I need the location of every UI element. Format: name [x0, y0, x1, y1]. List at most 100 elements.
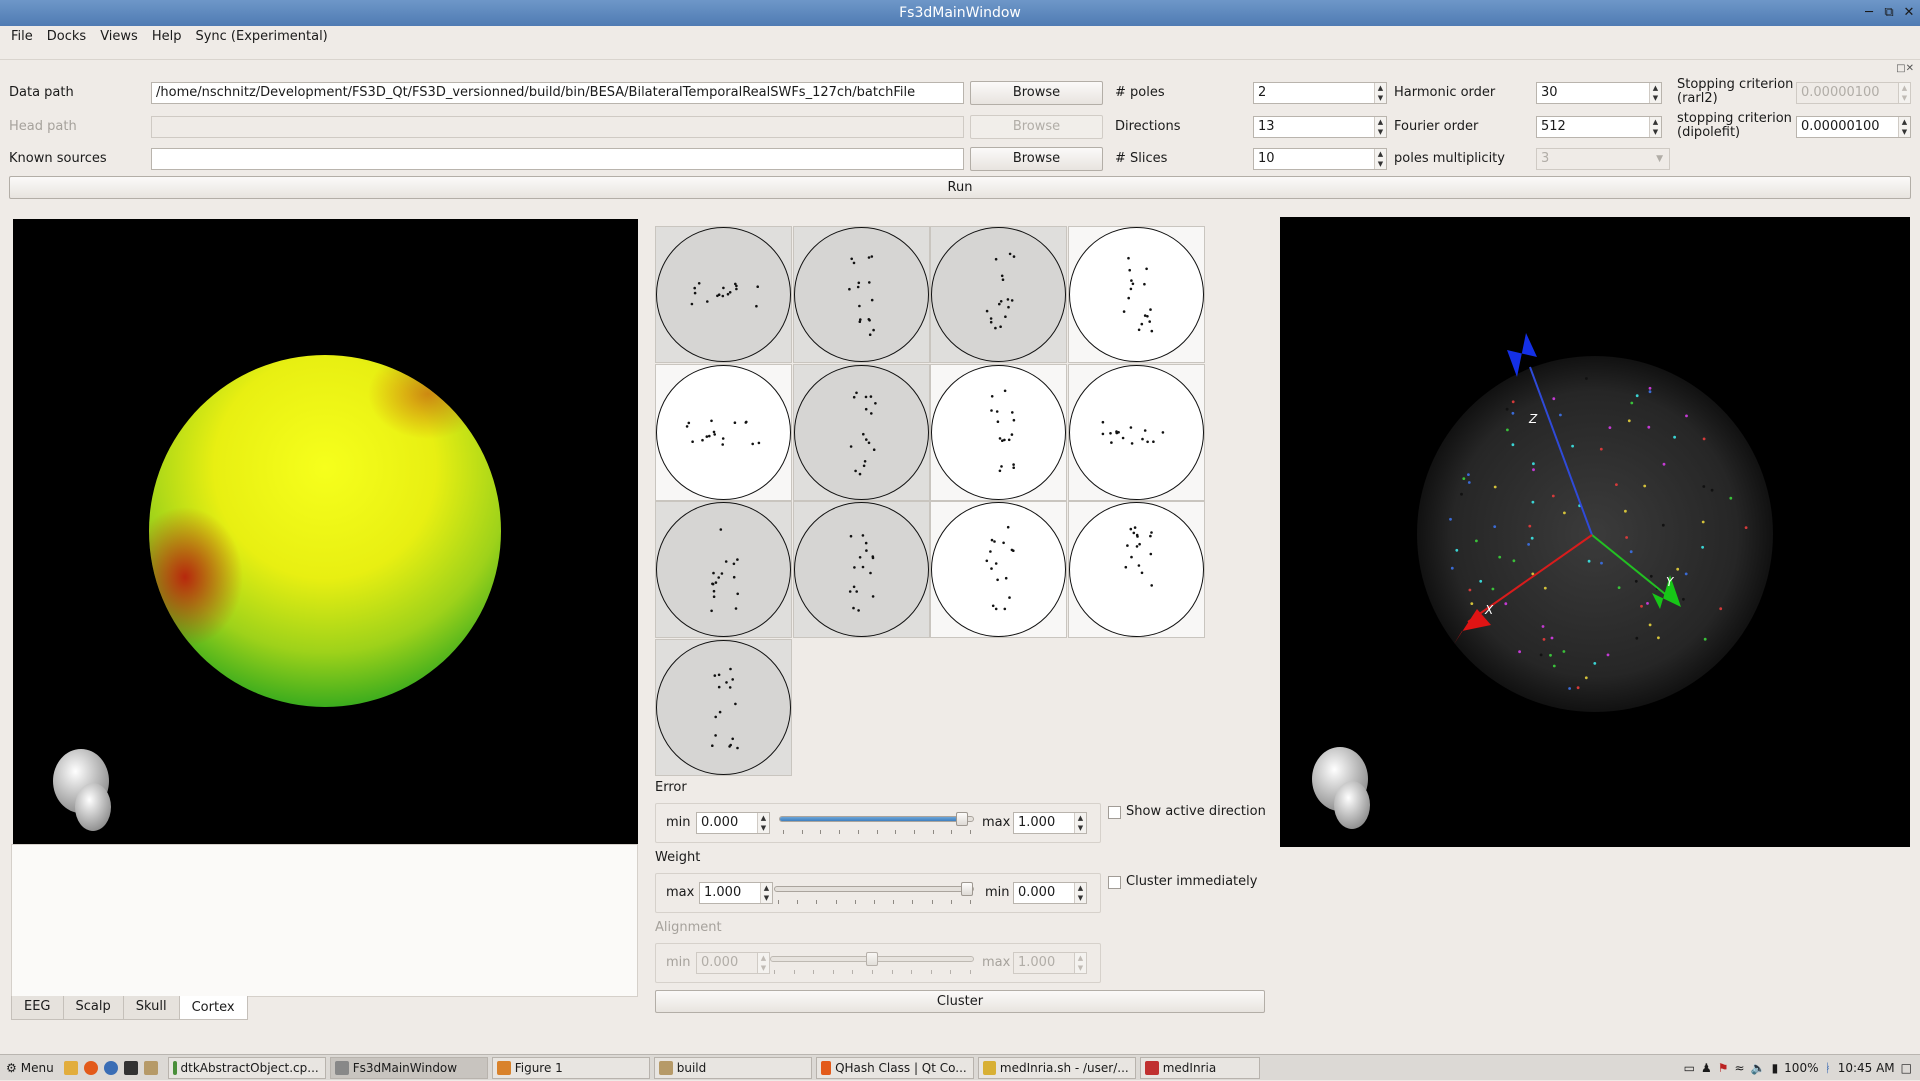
weight-max-spinbox[interactable]: 1.000 ▲ ▼ — [699, 882, 773, 904]
dipole-3d-view[interactable]: Z Y X — [1280, 217, 1910, 847]
menu-views[interactable]: Views — [93, 26, 145, 48]
harmonic-order-spinbox[interactable]: 30 ▲ ▼ — [1536, 82, 1662, 104]
tab-skull[interactable]: Skull — [122, 996, 180, 1020]
direction-plot-point — [714, 733, 717, 737]
screen-icon[interactable]: ▭ — [1684, 1061, 1695, 1075]
dipole-point — [1576, 686, 1580, 690]
direction-plot-canvas — [1068, 502, 1204, 637]
poles-spinbox[interactable]: 2 ▲ ▼ — [1253, 82, 1387, 104]
start-menu-button[interactable]: ⚙ Menu — [0, 1061, 64, 1075]
weight-min-spin-arrows[interactable]: ▲ ▼ — [1074, 883, 1086, 903]
direction-plot-canvas — [793, 502, 929, 637]
bluetooth-icon[interactable]: ᛓ — [1824, 1061, 1831, 1075]
fourier-order-spinbox[interactable]: 512 ▲ ▼ — [1536, 116, 1662, 138]
poles-spin-arrows[interactable]: ▲ ▼ — [1374, 83, 1386, 103]
direction-plot-canvas — [1068, 227, 1204, 362]
close-icon[interactable]: ✕ — [1902, 0, 1916, 26]
weight-slider-ticks — [778, 900, 971, 906]
fourier-order-label: Fourier order — [1394, 119, 1479, 134]
desktop-icon[interactable]: □ — [1901, 1061, 1912, 1075]
dipole-point — [1719, 607, 1723, 611]
taskbar-window-item[interactable]: QHash Class | Qt Co... — [815, 1056, 974, 1079]
user-icon[interactable]: ♟ — [1701, 1061, 1712, 1075]
direction-plot-point — [736, 558, 739, 561]
direction-plot[interactable] — [792, 226, 930, 363]
error-slider[interactable] — [779, 812, 974, 826]
direction-plot[interactable] — [1067, 501, 1205, 638]
folder-icon[interactable] — [143, 1060, 158, 1075]
direction-plot-point — [1137, 542, 1141, 546]
stop-dipolefit-spin-arrows[interactable]: ▲ ▼ — [1898, 117, 1910, 137]
taskbar-window-item[interactable]: medInria — [1139, 1056, 1260, 1079]
cluster-button[interactable]: Cluster — [655, 990, 1265, 1013]
direction-plot[interactable] — [792, 363, 930, 501]
show-active-direction-checkbox[interactable] — [1108, 806, 1121, 819]
direction-plot-point — [1143, 314, 1146, 317]
error-max-spinbox[interactable]: 1.000 ▲ ▼ — [1013, 812, 1087, 834]
menu-sync[interactable]: Sync (Experimental) — [188, 26, 334, 48]
tab-eeg[interactable]: EEG — [11, 996, 64, 1020]
data-path-input[interactable]: /home/nschnitz/Development/FS3D_Qt/FS3D_… — [151, 82, 964, 104]
dock-controls[interactable]: □✕ — [1896, 63, 1914, 74]
run-button[interactable]: Run — [9, 176, 1911, 199]
tab-scalp[interactable]: Scalp — [62, 996, 124, 1020]
direction-plot[interactable] — [1067, 363, 1205, 501]
direction-plot[interactable] — [655, 501, 792, 638]
known-sources-browse-button[interactable]: Browse — [970, 147, 1103, 171]
taskbar-window-item[interactable]: build — [653, 1056, 812, 1079]
menu-file[interactable]: File — [4, 26, 40, 48]
browser-icon[interactable] — [103, 1060, 118, 1075]
taskbar-window-item[interactable]: Fs3dMainWindow — [329, 1056, 488, 1079]
direction-plot-point — [1003, 607, 1007, 611]
firefox-icon[interactable] — [83, 1060, 98, 1075]
stop-dipolefit-spinbox[interactable]: 0.00000100 ▲ ▼ — [1796, 116, 1911, 138]
error-max-spin-arrows[interactable]: ▲ ▼ — [1074, 813, 1086, 833]
taskbar-window-item[interactable]: dtkAbstractObject.cp... — [167, 1056, 326, 1079]
directions-spin-arrows[interactable]: ▲ ▼ — [1374, 117, 1386, 137]
direction-plot[interactable] — [655, 226, 792, 363]
minimize-icon[interactable]: ─ — [1862, 0, 1876, 26]
slider-tick — [951, 900, 952, 904]
direction-plot[interactable] — [1067, 226, 1205, 363]
direction-plot[interactable] — [655, 638, 792, 776]
direction-plot[interactable] — [930, 501, 1067, 638]
known-sources-input[interactable] — [151, 148, 964, 170]
slices-spin-arrows[interactable]: ▲ ▼ — [1374, 149, 1386, 169]
direction-plot-point — [1133, 526, 1136, 529]
data-path-browse-button[interactable]: Browse — [970, 81, 1103, 105]
menu-docks[interactable]: Docks — [40, 26, 93, 48]
terminal-icon[interactable] — [123, 1060, 138, 1075]
tab-cortex[interactable]: Cortex — [178, 996, 248, 1020]
directions-spinbox[interactable]: 13 ▲ ▼ — [1253, 116, 1387, 138]
direction-plot[interactable] — [792, 501, 930, 638]
error-min-spinbox[interactable]: 0.000 ▲ ▼ — [696, 812, 770, 834]
volume-icon[interactable]: 🔈 — [1751, 1061, 1766, 1075]
clock[interactable]: 10:45 AM — [1838, 1061, 1895, 1075]
harmonic-spin-arrows[interactable]: ▲ ▼ — [1649, 83, 1661, 103]
files-icon[interactable] — [63, 1060, 78, 1075]
cortex-3d-view[interactable] — [13, 219, 638, 844]
weight-slider[interactable] — [774, 882, 974, 896]
taskbar-window-item[interactable]: medInria.sh - /user/... — [977, 1056, 1136, 1079]
fourier-spin-arrows[interactable]: ▲ ▼ — [1649, 117, 1661, 137]
taskbar-window-item[interactable]: Figure 1 — [491, 1056, 650, 1079]
battery-icon[interactable]: ▮ — [1772, 1061, 1779, 1075]
dipole-point — [1571, 444, 1574, 448]
direction-plot-point — [1129, 425, 1132, 429]
flag-icon[interactable]: ⚑ — [1718, 1061, 1729, 1075]
slices-spinbox[interactable]: 10 ▲ ▼ — [1253, 148, 1387, 170]
weight-min-spinbox[interactable]: 0.000 ▲ ▼ — [1013, 882, 1087, 904]
slider-tick — [970, 970, 971, 974]
weight-max-spin-arrows[interactable]: ▲ ▼ — [760, 883, 772, 903]
direction-plot-point — [856, 285, 859, 289]
error-min-spin-arrows[interactable]: ▲ ▼ — [757, 813, 769, 833]
error-slider-handle[interactable] — [956, 812, 968, 826]
wifi-icon[interactable]: ≈ — [1735, 1061, 1745, 1075]
direction-plot[interactable] — [655, 363, 792, 501]
restore-icon[interactable]: ⧉ — [1882, 0, 1896, 26]
direction-plot[interactable] — [930, 226, 1067, 363]
menu-help[interactable]: Help — [145, 26, 189, 48]
direction-plot[interactable] — [930, 363, 1067, 501]
cluster-immediately-checkbox[interactable] — [1108, 876, 1121, 889]
weight-slider-handle[interactable] — [961, 882, 973, 896]
